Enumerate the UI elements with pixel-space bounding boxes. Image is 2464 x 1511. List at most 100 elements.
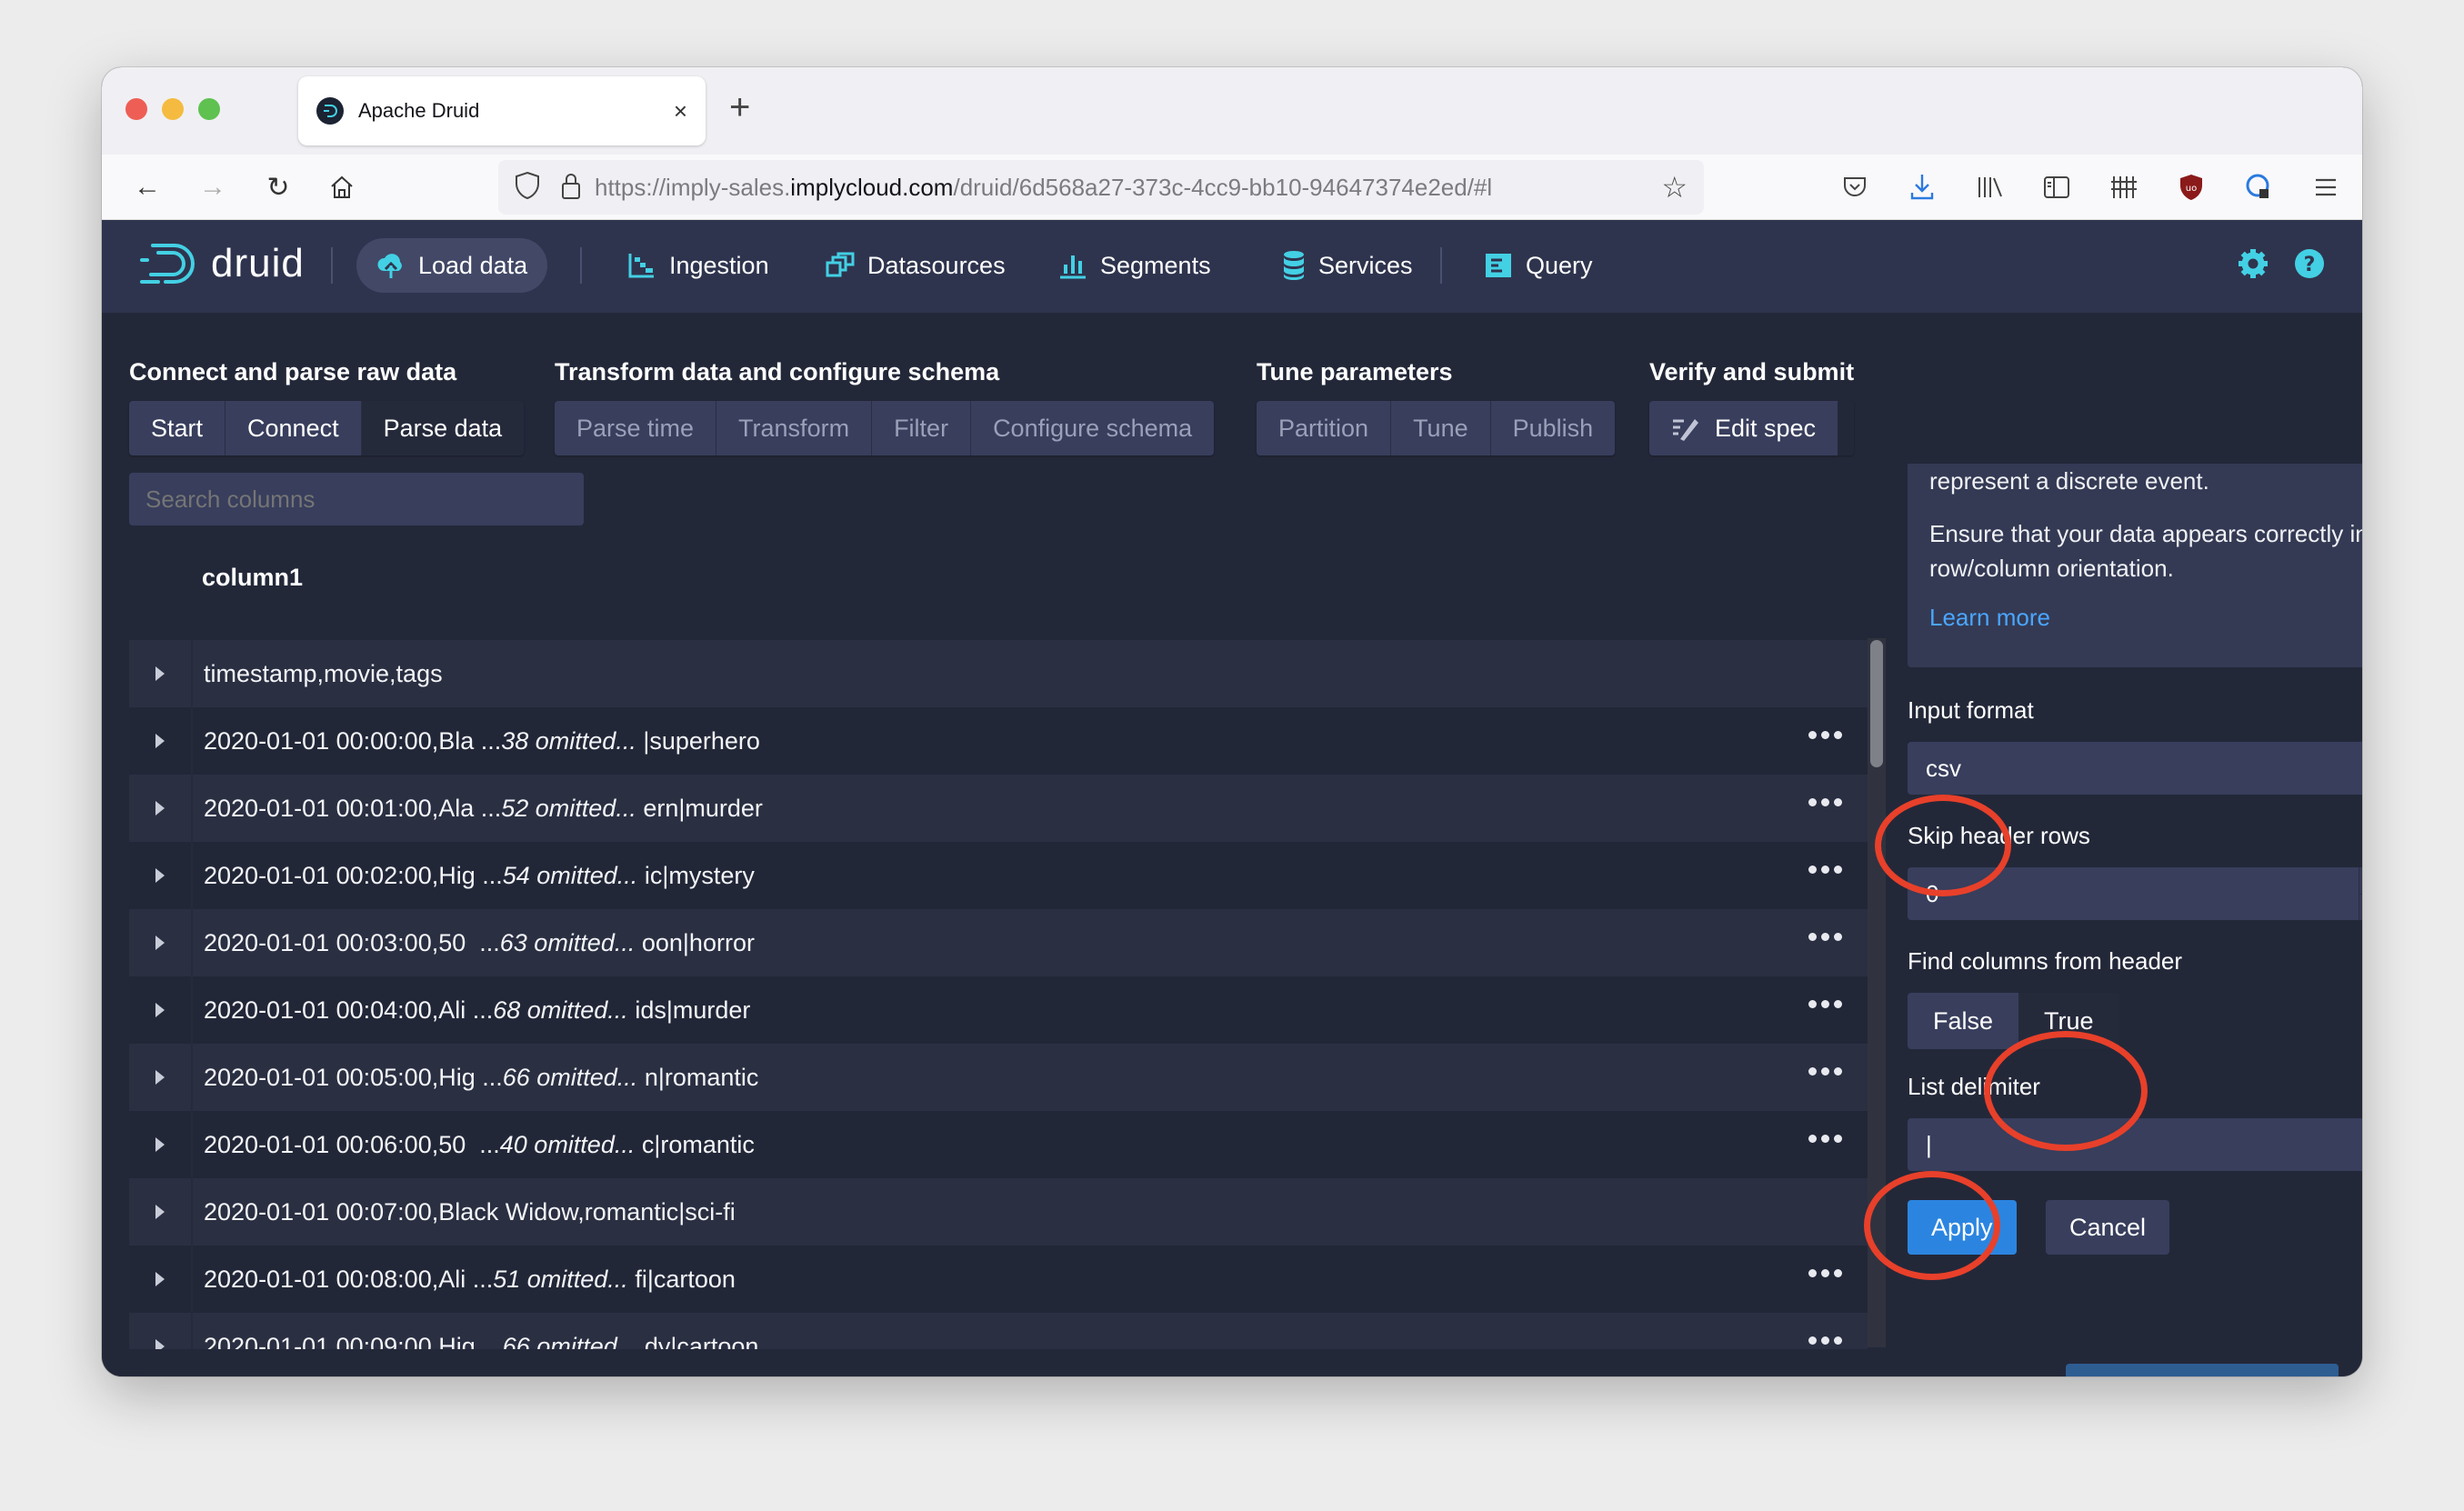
cancel-button[interactable]: Cancel — [2046, 1200, 2170, 1255]
close-window-button[interactable] — [125, 98, 147, 120]
header-divider — [331, 247, 333, 284]
new-tab-button[interactable]: + — [729, 87, 750, 128]
more-options-icon[interactable] — [1808, 1336, 1842, 1345]
false-option[interactable]: False — [1908, 993, 2019, 1049]
table-row[interactable]: 2020-01-01 00:03:00,50 ...63 omitted... … — [129, 909, 1868, 976]
nav-ingestion[interactable]: Ingestion — [607, 238, 789, 293]
gear-icon[interactable] — [2237, 247, 2269, 280]
list-delimiter-select[interactable]: | — [1908, 1118, 2362, 1171]
expand-row-toggle[interactable] — [129, 1044, 193, 1111]
expand-row-toggle[interactable] — [129, 976, 193, 1044]
table-row[interactable]: 2020-01-01 00:09:00,Hig ...66 omitted...… — [129, 1313, 1868, 1349]
expand-row-toggle[interactable] — [129, 1178, 193, 1246]
url-text[interactable]: https://imply-sales.implycloud.com/druid… — [595, 174, 1661, 202]
caret-right-icon — [155, 801, 165, 816]
expand-row-toggle[interactable] — [129, 909, 193, 976]
more-options-icon[interactable] — [1808, 798, 1842, 806]
list-delimiter-label: List delimiter — [1908, 1073, 2040, 1100]
downloads-icon[interactable] — [1904, 167, 1940, 207]
table-row[interactable]: 2020-01-01 00:01:00,Ala ...52 omitted...… — [129, 775, 1868, 842]
more-options-icon[interactable] — [1808, 1067, 1842, 1076]
apply-button[interactable]: Apply — [1908, 1200, 2017, 1255]
nav-label: Services — [1318, 251, 1413, 279]
password-manager-icon[interactable] — [2240, 167, 2277, 207]
ublock-origin-icon[interactable]: uo — [2173, 167, 2209, 207]
lock-icon[interactable] — [560, 171, 582, 205]
table-row[interactable]: 2020-01-01 00:02:00,Hig ...54 omitted...… — [129, 842, 1868, 909]
expand-row-toggle[interactable] — [129, 640, 193, 707]
druid-logo[interactable]: druid — [138, 240, 305, 287]
query-icon — [1486, 254, 1511, 277]
more-options-icon[interactable] — [1808, 1135, 1842, 1143]
extension-grid-icon[interactable] — [2106, 167, 2142, 207]
druid-header: druid Load data Ingestion Datasources Se… — [102, 220, 2362, 313]
true-option[interactable]: True — [2018, 993, 2119, 1049]
table-scrollbar[interactable] — [1868, 638, 1886, 1347]
nav-load-data[interactable]: Load data — [356, 238, 548, 293]
zoom-window-button[interactable] — [198, 98, 220, 120]
table-row[interactable]: 2020-01-01 00:04:00,Ali ...68 omitted...… — [129, 976, 1868, 1044]
more-options-icon[interactable] — [1808, 731, 1842, 739]
more-options-icon[interactable] — [1808, 1000, 1842, 1008]
table-scrollbar-thumb[interactable] — [1870, 640, 1883, 767]
caret-right-icon — [155, 868, 165, 883]
druid-logo-icon — [140, 244, 195, 284]
step-partition[interactable]: Partition — [1257, 401, 1392, 455]
more-options-icon[interactable] — [1808, 866, 1842, 874]
nav-datasources[interactable]: Datasources — [806, 238, 1026, 293]
library-icon[interactable] — [1971, 167, 2008, 207]
learn-more-link[interactable]: Learn more — [1929, 604, 2050, 631]
next-parse-time-button[interactable]: Next: Parse time — [2066, 1364, 2339, 1376]
table-row[interactable]: timestamp,movie,tags — [129, 640, 1868, 707]
table-row[interactable]: 2020-01-01 00:08:00,Ali ...51 omitted...… — [129, 1246, 1868, 1313]
segments-icon — [1060, 255, 1086, 279]
step-transform[interactable]: Transform — [716, 401, 873, 455]
home-icon[interactable] — [324, 169, 360, 205]
search-columns-input[interactable] — [129, 473, 584, 525]
find-columns-toggle: False True — [1908, 993, 2119, 1049]
browser-tab[interactable]: Apache Druid × — [298, 76, 706, 145]
help-icon[interactable]: ? — [2293, 247, 2326, 280]
step-publish[interactable]: Publish — [1490, 401, 1616, 455]
expand-row-toggle[interactable] — [129, 775, 193, 842]
list-delimiter-value: | — [1926, 1130, 1932, 1158]
sidebar-icon[interactable] — [2038, 167, 2075, 207]
table-row[interactable]: 2020-01-01 00:00:00,Bla ...38 omitted...… — [129, 707, 1868, 775]
pocket-icon[interactable] — [1837, 167, 1873, 207]
menu-hamburger-icon[interactable] — [2308, 167, 2344, 207]
table-row[interactable]: 2020-01-01 00:05:00,Hig ...66 omitted...… — [129, 1044, 1868, 1111]
expand-row-toggle[interactable] — [129, 842, 193, 909]
nav-segments[interactable]: Segments — [1038, 238, 1231, 293]
forward-icon[interactable]: → — [195, 169, 231, 205]
step-tune[interactable]: Tune — [1391, 401, 1491, 455]
more-options-icon[interactable] — [1808, 1269, 1842, 1277]
table-row[interactable]: 2020-01-01 00:06:00,50 ...40 omitted... … — [129, 1111, 1868, 1178]
step-edit-spec[interactable]: Edit spec — [1649, 401, 1838, 455]
back-icon[interactable]: ← — [129, 169, 165, 205]
expand-row-toggle[interactable] — [129, 1313, 193, 1349]
step-filter[interactable]: Filter — [872, 401, 972, 455]
bookmark-star-icon[interactable]: ☆ — [1661, 170, 1688, 205]
table-row[interactable]: 2020-01-01 00:07:00,Black Widow,romantic… — [129, 1178, 1868, 1246]
step-parse-data[interactable]: Parse data — [361, 401, 525, 455]
header-divider — [1440, 247, 1442, 284]
nav-services[interactable]: Services — [1262, 238, 1433, 293]
step-connect[interactable]: Connect — [225, 401, 362, 455]
step-parse-time[interactable]: Parse time — [555, 401, 717, 455]
address-bar[interactable]: https://imply-sales.implycloud.com/druid… — [498, 160, 1704, 215]
expand-row-toggle[interactable] — [129, 707, 193, 775]
step-start[interactable]: Start — [129, 401, 226, 455]
decrement-button[interactable]: ﹀ — [2359, 894, 2362, 920]
tab-close-icon[interactable]: × — [674, 97, 687, 125]
increment-button[interactable]: ︿ — [2359, 867, 2362, 895]
expand-row-toggle[interactable] — [129, 1246, 193, 1313]
minimize-window-button[interactable] — [162, 98, 184, 120]
nav-query[interactable]: Query — [1464, 238, 1613, 293]
reload-icon[interactable]: ↻ — [260, 169, 296, 205]
step-configure-schema[interactable]: Configure schema — [971, 401, 1215, 455]
skip-header-rows-input[interactable]: 0 ︿ ﹀ — [1908, 867, 2362, 920]
expand-row-toggle[interactable] — [129, 1111, 193, 1178]
shield-icon[interactable] — [515, 171, 540, 205]
more-options-icon[interactable] — [1808, 933, 1842, 941]
input-format-select[interactable]: csv — [1908, 742, 2362, 795]
